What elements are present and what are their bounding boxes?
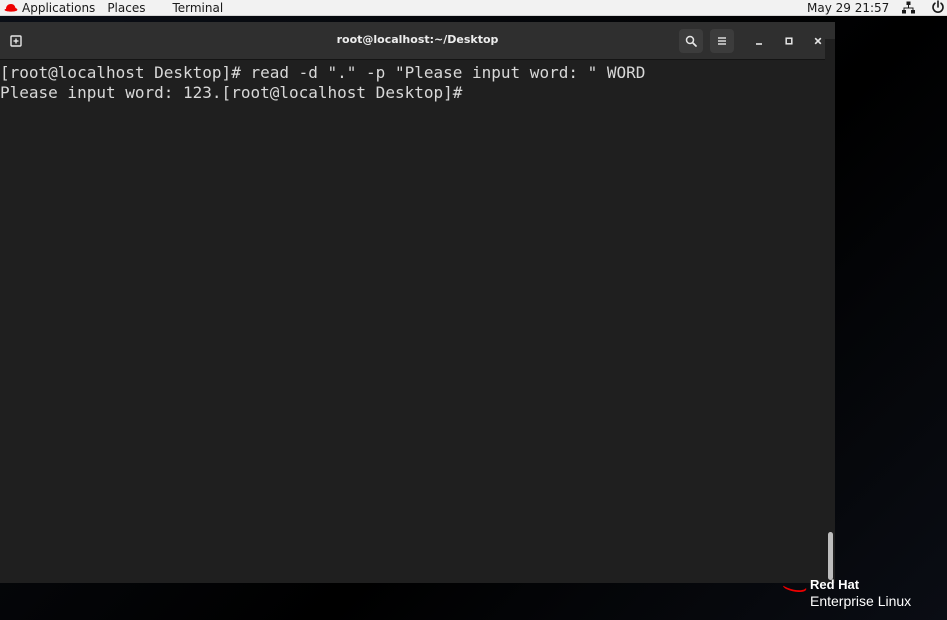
terminal-window[interactable]: root@localhost:~/Desktop [root@localhost…: [0, 22, 835, 583]
redhat-hat-icon: [783, 585, 807, 592]
minimize-button[interactable]: [747, 29, 771, 53]
terminal-line: [root@localhost Desktop]# read -d "." -p…: [0, 63, 646, 82]
network-icon[interactable]: [902, 1, 915, 14]
applications-label: Applications: [22, 0, 96, 15]
terminal-line: Please input word: 123.[root@localhost D…: [0, 83, 473, 102]
terminal-app-menu[interactable]: Terminal: [172, 0, 223, 16]
terminal-app-label: Terminal: [172, 0, 224, 15]
places-label: Places: [107, 0, 146, 15]
desktop: Applications Places Terminal May 29 21:5…: [0, 0, 947, 620]
power-icon[interactable]: [931, 0, 945, 14]
redhat-brand-text: Red Hat: [810, 577, 860, 592]
clock-label: May 29 21:57: [807, 0, 890, 15]
redhat-product-text: Enterprise Linux: [810, 593, 912, 609]
top-bar: Applications Places Terminal May 29 21:5…: [0, 0, 947, 16]
maximize-button[interactable]: [777, 29, 801, 53]
close-icon: [814, 37, 822, 45]
maximize-icon: [785, 37, 793, 45]
clock[interactable]: May 29 21:57: [807, 0, 889, 16]
applications-menu[interactable]: Applications: [4, 0, 95, 16]
redhat-logo: Red Hat Enterprise Linux: [780, 573, 945, 618]
window-titlebar[interactable]: root@localhost:~/Desktop: [0, 22, 835, 60]
menu-button[interactable]: [710, 29, 734, 53]
terminal-output[interactable]: [root@localhost Desktop]# read -d "." -p…: [0, 61, 825, 583]
scrollbar-track[interactable]: [825, 39, 835, 561]
redhat-hat-icon: [4, 3, 18, 12]
places-menu[interactable]: Places: [107, 0, 145, 16]
search-icon: [685, 35, 697, 47]
minimize-icon: [756, 43, 762, 45]
hamburger-menu-icon: [718, 37, 726, 45]
search-button[interactable]: [679, 29, 703, 53]
